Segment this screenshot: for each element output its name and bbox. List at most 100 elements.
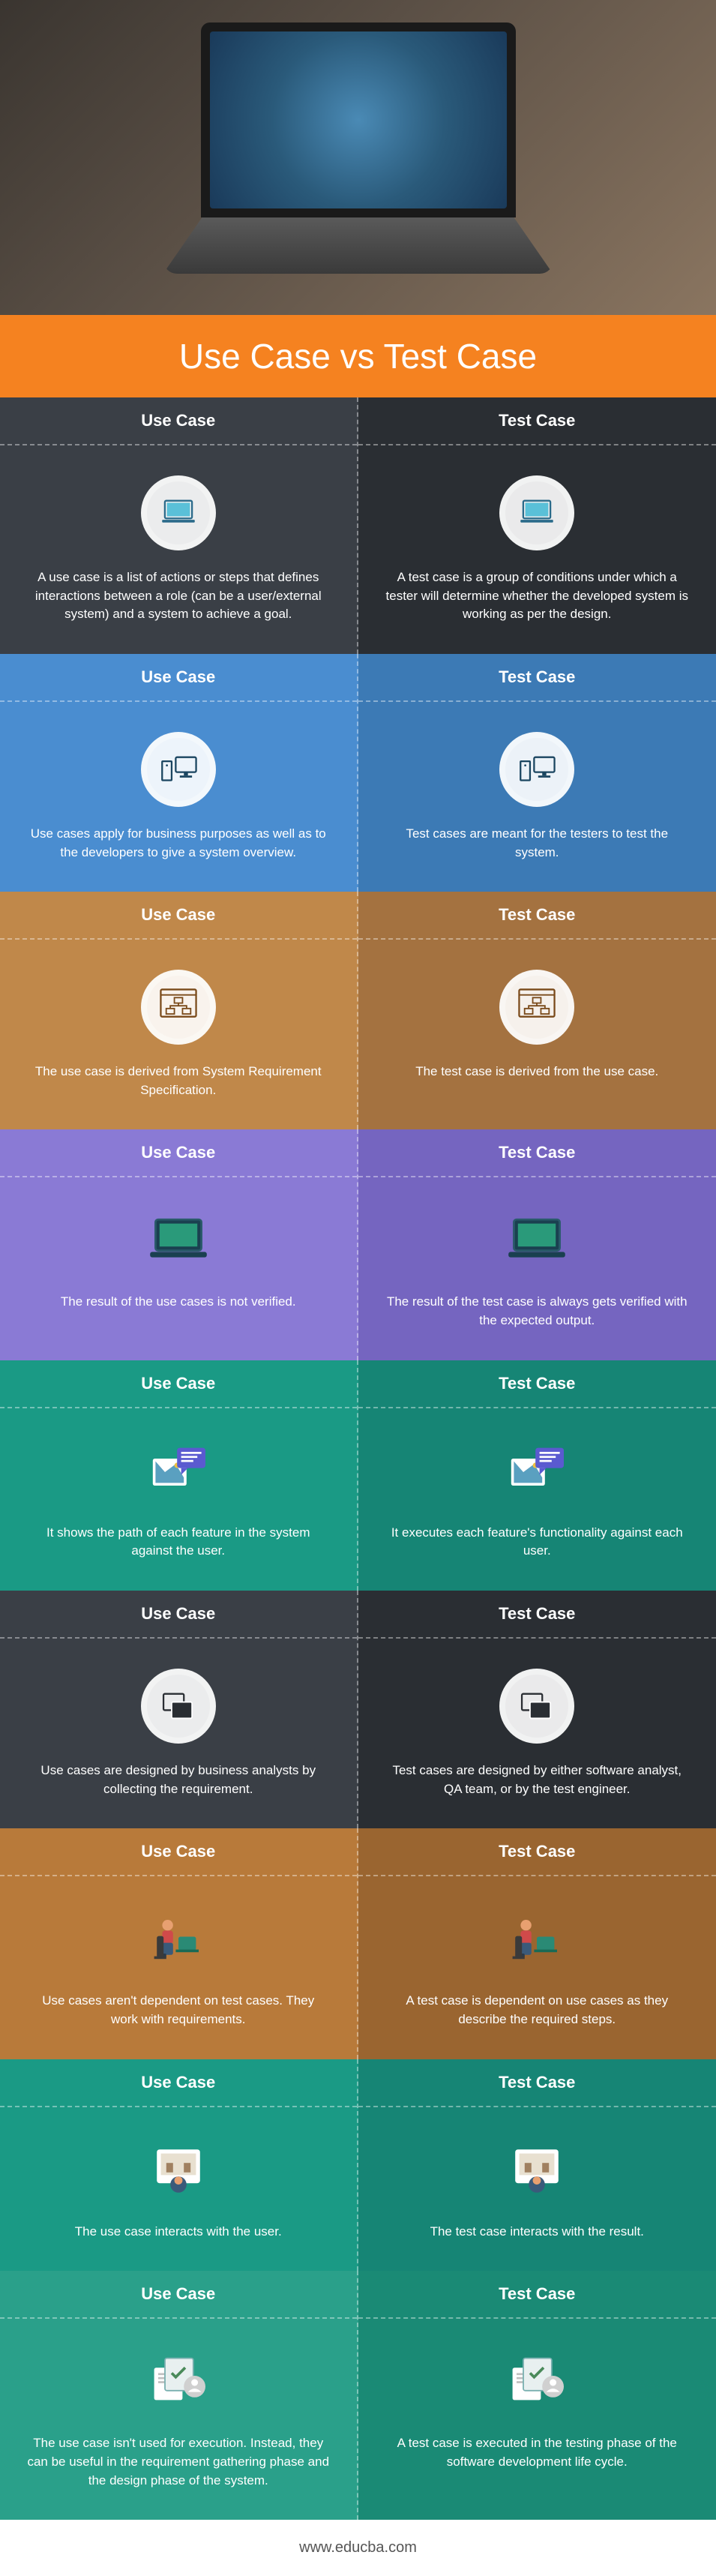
use-case-body: Use cases apply for business purposes as… [0, 702, 357, 892]
test-case-cell: Test Case Test cases are designed by eit… [358, 1591, 716, 1828]
use-case-header: Use Case [0, 892, 357, 940]
test-case-cell: Test Case A test case is executed in the… [358, 2271, 716, 2520]
test-case-cell: Test Case It executes each feature's fun… [358, 1360, 716, 1591]
use-case-text: The result of the use cases is not verif… [27, 1293, 330, 1312]
use-case-header: Use Case [0, 1591, 357, 1639]
page: Use Case vs Test Case Use Case A use cas… [0, 0, 716, 2576]
test-case-header: Test Case [358, 1828, 716, 1876]
test-case-body: A test case is executed in the testing p… [358, 2319, 716, 2501]
use-case-header: Use Case [0, 1129, 357, 1177]
page-title: Use Case vs Test Case [15, 336, 701, 376]
comparison-row: Use Case A use case is a list of actions… [0, 397, 716, 654]
test-case-text: A test case is executed in the testing p… [385, 2434, 690, 2471]
laptop-flat-icon [145, 1207, 212, 1275]
test-case-text: The test case interacts with the result. [385, 2223, 690, 2242]
windows-icon [141, 1669, 216, 1744]
use-case-header: Use Case [0, 1828, 357, 1876]
use-case-body: The use case interacts with the user. [0, 2107, 357, 2272]
hero-laptop-illustration [201, 22, 516, 217]
use-case-header: Use Case [0, 2059, 357, 2107]
laptop-flat-icon [503, 1207, 571, 1275]
use-case-body: Use cases aren't dependent on test cases… [0, 1876, 357, 2059]
comparison-row: Use Case The use case interacts with the… [0, 2059, 716, 2272]
laptop-icon [141, 475, 216, 550]
title-bar: Use Case vs Test Case [0, 315, 716, 397]
test-case-cell: Test Case The test case interacts with t… [358, 2059, 716, 2272]
use-case-cell: Use Case Use cases aren't dependent on t… [0, 1828, 358, 2059]
comparison-row: Use Case Use cases are designed by busin… [0, 1591, 716, 1828]
use-case-text: It shows the path of each feature in the… [27, 1524, 330, 1561]
test-case-header: Test Case [358, 397, 716, 445]
use-case-cell: Use Case The use case isn't used for exe… [0, 2271, 358, 2520]
test-case-text: Test cases are designed by either softwa… [385, 1762, 690, 1798]
test-case-text: The test case is derived from the use ca… [385, 1063, 690, 1081]
footer: www.educba.com [0, 2520, 716, 2576]
desktop-icon [499, 732, 574, 807]
use-case-header: Use Case [0, 397, 357, 445]
desktop-icon [141, 732, 216, 807]
person-sit-icon [503, 1906, 571, 1974]
test-case-text: A test case is a group of conditions und… [385, 568, 690, 624]
test-case-header: Test Case [358, 2059, 716, 2107]
use-case-cell: Use Case Use cases are designed by busin… [0, 1591, 358, 1828]
test-case-body: A test case is a group of conditions und… [358, 445, 716, 654]
use-case-body: A use case is a list of actions or steps… [0, 445, 357, 654]
use-case-body: Use cases are designed by business analy… [0, 1639, 357, 1828]
comparison-table: Use Case A use case is a list of actions… [0, 397, 716, 2520]
test-case-header: Test Case [358, 2271, 716, 2319]
test-case-header: Test Case [358, 1360, 716, 1408]
use-case-header: Use Case [0, 1360, 357, 1408]
comparison-row: Use Case The result of the use cases is … [0, 1129, 716, 1360]
test-case-body: The test case is derived from the use ca… [358, 940, 716, 1111]
papers-icon [145, 2349, 212, 2416]
comparison-row: Use Case The use case isn't used for exe… [0, 2271, 716, 2520]
test-case-body: Test cases are designed by either softwa… [358, 1639, 716, 1828]
windows-icon [499, 1669, 574, 1744]
use-case-cell: Use Case It shows the path of each featu… [0, 1360, 358, 1591]
test-case-cell: Test Case Test cases are meant for the t… [358, 654, 716, 892]
test-case-cell: Test Case The test case is derived from … [358, 892, 716, 1129]
use-case-header: Use Case [0, 2271, 357, 2319]
use-case-cell: Use Case The use case is derived from Sy… [0, 892, 358, 1129]
use-case-text: Use cases are designed by business analy… [27, 1762, 330, 1798]
use-case-header: Use Case [0, 654, 357, 702]
test-case-body: It executes each feature's functionality… [358, 1408, 716, 1591]
use-case-body: The use case is derived from System Requ… [0, 940, 357, 1129]
footer-url: www.educba.com [299, 2539, 417, 2556]
comparison-row: Use Case Use cases aren't dependent on t… [0, 1828, 716, 2059]
test-case-body: Test cases are meant for the testers to … [358, 702, 716, 892]
use-case-body: It shows the path of each feature in the… [0, 1408, 357, 1591]
test-case-body: A test case is dependent on use cases as… [358, 1876, 716, 2059]
person-sit-icon [145, 1906, 212, 1974]
use-case-text: The use case isn't used for execution. I… [27, 2434, 330, 2490]
test-case-header: Test Case [358, 892, 716, 940]
test-case-header: Test Case [358, 1129, 716, 1177]
use-case-text: The use case interacts with the user. [27, 2223, 330, 2242]
person-top-icon [145, 2137, 212, 2205]
chat-img-icon [145, 1438, 212, 1506]
use-case-body: The use case isn't used for execution. I… [0, 2319, 357, 2520]
use-case-text: Use cases apply for business purposes as… [27, 825, 330, 862]
test-case-header: Test Case [358, 654, 716, 702]
test-case-body: The test case interacts with the result. [358, 2107, 716, 2272]
test-case-text: It executes each feature's functionality… [385, 1524, 690, 1561]
sitemap-icon [141, 970, 216, 1045]
use-case-cell: Use Case The result of the use cases is … [0, 1129, 358, 1360]
use-case-cell: Use Case The use case interacts with the… [0, 2059, 358, 2272]
person-top-icon [503, 2137, 571, 2205]
test-case-text: Test cases are meant for the testers to … [385, 825, 690, 862]
test-case-body: The result of the test case is always ge… [358, 1177, 716, 1360]
test-case-header: Test Case [358, 1591, 716, 1639]
test-case-text: A test case is dependent on use cases as… [385, 1992, 690, 2029]
use-case-cell: Use Case Use cases apply for business pu… [0, 654, 358, 892]
test-case-text: The result of the test case is always ge… [385, 1293, 690, 1330]
test-case-cell: Test Case A test case is a group of cond… [358, 397, 716, 654]
comparison-row: Use Case The use case is derived from Sy… [0, 892, 716, 1129]
laptop-icon [499, 475, 574, 550]
use-case-text: Use cases aren't dependent on test cases… [27, 1992, 330, 2029]
use-case-text: A use case is a list of actions or steps… [27, 568, 330, 624]
test-case-cell: Test Case The result of the test case is… [358, 1129, 716, 1360]
test-case-cell: Test Case A test case is dependent on us… [358, 1828, 716, 2059]
comparison-row: Use Case Use cases apply for business pu… [0, 654, 716, 892]
hero-image [0, 0, 716, 315]
